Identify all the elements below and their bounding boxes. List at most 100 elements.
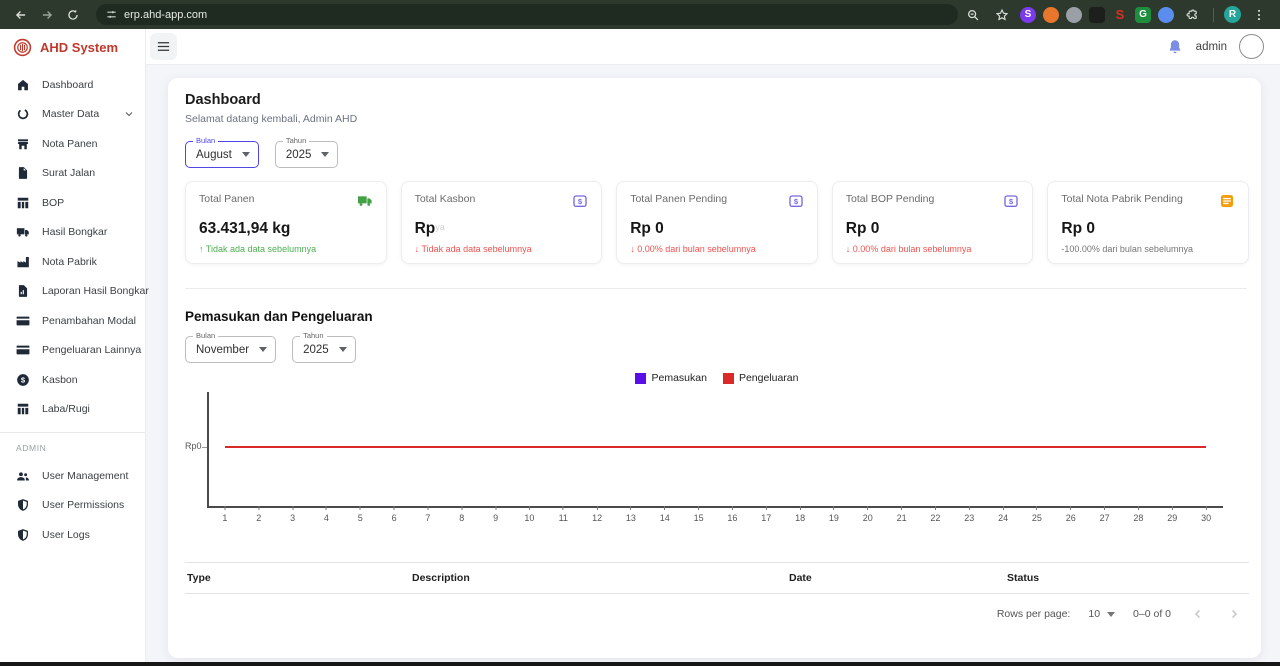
pengeluaran-series-line xyxy=(225,446,1206,448)
rows-per-page-select[interactable]: 10 xyxy=(1088,608,1115,620)
sidebar-item-hasil-bongkar[interactable]: Hasil Bongkar xyxy=(0,218,145,248)
year-select-label: Tahun xyxy=(283,136,309,145)
extension-green-g-icon[interactable]: G xyxy=(1135,7,1151,23)
shield-icon xyxy=(16,498,30,512)
table-icon xyxy=(16,196,30,210)
dropdown-caret-icon xyxy=(1107,612,1115,617)
stat-card-total-nota-pabrik-pending: Total Nota Pabrik Pending Rp 0 -100.00% … xyxy=(1047,181,1249,264)
sidebar-item-label: Nota Pabrik xyxy=(42,256,135,268)
stat-card-delta: ↑ Tidak ada data sebelumnya xyxy=(199,244,373,254)
sidebar-item-label: Hasil Bongkar xyxy=(42,226,135,238)
sidebar-item-label: Surat Jalan xyxy=(42,167,135,179)
wallet-icon: $ xyxy=(572,193,588,214)
sidebar-item-pengeluaran-lainnya[interactable]: Pengeluaran Lainnya xyxy=(0,336,145,366)
legend-swatch-icon xyxy=(635,373,646,384)
sidebar-item-user-logs[interactable]: User Logs xyxy=(0,520,145,550)
extension-compass-icon[interactable] xyxy=(1066,7,1082,23)
chart-month-select[interactable]: Bulan November xyxy=(185,336,276,363)
dollar-icon: $ xyxy=(16,373,30,387)
dashboard-card: Dashboard Selamat datang kembali, Admin … xyxy=(168,78,1261,658)
stat-card-delta: ↓ 0.00% dari bulan sebelumnya xyxy=(846,244,1020,254)
chart-section-title: Pemasukan dan Pengeluaran xyxy=(185,309,1249,324)
x-axis-tick: 27 xyxy=(1100,506,1110,523)
sidebar-item-label: User Logs xyxy=(42,529,135,541)
user-avatar[interactable] xyxy=(1239,34,1264,59)
stat-card-total-panen: Total Panen 63.431,94 kg ↑ Tidak ada dat… xyxy=(185,181,387,264)
table-header-type: Type xyxy=(185,563,410,593)
sidebar-item-user-management[interactable]: User Management xyxy=(0,461,145,491)
app-title: AHD System xyxy=(40,40,118,55)
x-axis-tick: 28 xyxy=(1133,506,1143,523)
sidebar: Dashboard Master Data Nota Panen Surat J… xyxy=(0,65,146,662)
sidebar-item-penambahan-modal[interactable]: Penambahan Modal xyxy=(0,306,145,336)
notifications-bell-icon[interactable] xyxy=(1166,38,1184,56)
browser-profile-avatar[interactable]: R xyxy=(1224,6,1241,23)
stat-card-delta: ↓ 0.00% dari bulan sebelumnya xyxy=(630,244,804,254)
forward-icon[interactable] xyxy=(36,4,58,26)
extension-blue-ball-icon[interactable] xyxy=(1158,7,1174,23)
extension-fox-icon[interactable] xyxy=(1043,7,1059,23)
dropdown-caret-icon xyxy=(321,152,329,157)
extension-purple-s-icon[interactable]: S xyxy=(1020,7,1036,23)
address-bar[interactable]: erp.ahd-app.com xyxy=(96,4,958,25)
sidebar-toggle-button[interactable] xyxy=(150,33,177,60)
dropdown-caret-icon xyxy=(339,347,347,352)
x-axis-tick: 12 xyxy=(592,506,602,523)
extensions-puzzle-icon[interactable] xyxy=(1181,4,1203,26)
shield-icon xyxy=(16,528,30,542)
ahd-logo-icon xyxy=(13,38,32,57)
dropdown-caret-icon xyxy=(242,152,250,157)
chart-month-select-label: Bulan xyxy=(193,331,218,340)
browser-menu-icon[interactable] xyxy=(1248,4,1270,26)
stat-card-value: Rp 0 xyxy=(846,220,1020,238)
main-content: Dashboard Selamat datang kembali, Admin … xyxy=(146,65,1280,662)
rows-per-page-label: Rows per page: xyxy=(997,608,1071,620)
zoom-icon[interactable] xyxy=(962,4,984,26)
stat-card-total-kasbon: Total Kasbon $ Rpya ↓ Tidak ada data seb… xyxy=(401,181,603,264)
sidebar-item-dashboard[interactable]: Dashboard xyxy=(0,70,145,100)
table-icon xyxy=(16,402,30,416)
wallet-icon: $ xyxy=(1003,193,1019,214)
factory-icon xyxy=(16,255,30,269)
x-axis-tick: 2 xyxy=(256,506,261,523)
sidebar-item-user-permissions[interactable]: User Permissions xyxy=(0,491,145,521)
extension-red-s-icon[interactable]: S xyxy=(1112,7,1128,23)
x-axis-tick: 20 xyxy=(863,506,873,523)
sidebar-item-surat-jalan[interactable]: Surat Jalan xyxy=(0,159,145,189)
month-select-label: Bulan xyxy=(193,136,218,145)
stat-card-delta: ↓ Tidak ada data sebelumnya xyxy=(415,244,589,254)
donut-icon xyxy=(16,107,30,121)
year-select[interactable]: Tahun 2025 xyxy=(275,141,339,168)
chart-year-select-label: Tahun xyxy=(300,331,326,340)
extension-dark-icon[interactable] xyxy=(1089,7,1105,23)
x-axis-tick: 5 xyxy=(358,506,363,523)
back-icon[interactable] xyxy=(10,4,32,26)
reload-icon[interactable] xyxy=(62,4,84,26)
sidebar-item-label: Dashboard xyxy=(42,79,135,91)
previous-page-icon[interactable] xyxy=(1189,605,1207,623)
sidebar-item-label: Kasbon xyxy=(42,374,135,386)
site-settings-icon xyxy=(106,9,117,20)
sidebar-item-master-data[interactable]: Master Data xyxy=(0,100,145,130)
sidebar-item-label: Master Data xyxy=(42,108,111,120)
table-header-date: Date xyxy=(787,563,1005,593)
chart-year-select[interactable]: Tahun 2025 xyxy=(292,336,356,363)
card-icon xyxy=(16,314,30,328)
sidebar-item-nota-panen[interactable]: Nota Panen xyxy=(0,129,145,159)
sidebar-item-nota-pabrik[interactable]: Nota Pabrik xyxy=(0,247,145,277)
truck-icon xyxy=(16,225,30,239)
line-chart: Rp0 1 2 3 4 5 6 7 8 9 10 11 xyxy=(185,390,1231,532)
next-page-icon[interactable] xyxy=(1225,605,1243,623)
sidebar-item-kasbon[interactable]: $ Kasbon xyxy=(0,365,145,395)
bookmark-star-icon[interactable] xyxy=(991,4,1013,26)
sidebar-item-label: User Management xyxy=(42,470,135,482)
x-axis-tick: 1 xyxy=(222,506,227,523)
x-axis-tick: 14 xyxy=(660,506,670,523)
month-select[interactable]: Bulan August xyxy=(185,141,259,168)
sidebar-item-laba-rugi[interactable]: Laba/Rugi xyxy=(0,395,145,425)
sidebar-item-bop[interactable]: BOP xyxy=(0,188,145,218)
stat-card-total-panen-pending: Total Panen Pending $ Rp 0 ↓ 0.00% dari … xyxy=(616,181,818,264)
dropdown-caret-icon xyxy=(259,347,267,352)
sidebar-item-laporan-hasil-bongkar[interactable]: Laporan Hasil Bongkar xyxy=(0,277,145,307)
table-pagination: Rows per page: 10 0–0 of 0 xyxy=(185,594,1249,634)
